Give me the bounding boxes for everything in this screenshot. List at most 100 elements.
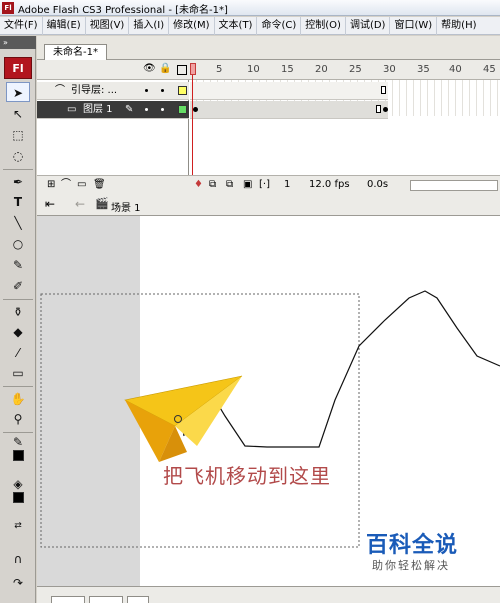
snap-magnet-icon[interactable]: ∩ xyxy=(6,549,30,569)
text-tool-icon[interactable]: T xyxy=(6,192,30,212)
pencil-edit-icon: ✎ xyxy=(125,104,134,115)
onion-markers-icon[interactable]: [·] xyxy=(259,176,270,194)
watermark-subtitle: 助你轻松解决 xyxy=(372,559,450,572)
menu-modify[interactable]: 修改(M) xyxy=(168,17,213,35)
menu-edit[interactable]: 编辑(E) xyxy=(41,17,85,35)
frame-number: 25 xyxy=(349,64,362,75)
delete-layer-icon[interactable]: 🗑 xyxy=(93,176,106,194)
stage-caption: 把飞机移动到这里 xyxy=(163,464,331,488)
free-transform-icon[interactable]: ⬚ xyxy=(6,125,30,145)
eye-icon[interactable]: 👁 xyxy=(143,63,156,74)
pencil-icon[interactable]: ✎ xyxy=(6,255,30,275)
filters-tab[interactable] xyxy=(89,596,123,603)
menu-help[interactable]: 帮助(H) xyxy=(436,17,480,35)
scene-breadcrumb[interactable]: 场景 1 xyxy=(111,199,141,214)
menu-view[interactable]: 视图(V) xyxy=(84,17,129,35)
playhead-handle[interactable] xyxy=(190,63,196,75)
frame-number: 5 xyxy=(216,64,223,75)
onion-outline-icon[interactable]: ⧉ xyxy=(226,176,233,194)
subselection-icon[interactable]: ↖ xyxy=(6,104,30,124)
keyframe-dot xyxy=(383,107,388,112)
timeline-panel: 👁 🔒 5 10 15 20 25 30 35 40 45 ⌒ 引导层: ...… xyxy=(37,60,500,194)
menu-file[interactable]: 文件(F) xyxy=(0,17,42,35)
timeline-toggle-icon[interactable]: ⇤ xyxy=(45,197,55,211)
pen-icon[interactable]: ✒ xyxy=(6,172,30,192)
lock-dot[interactable] xyxy=(161,89,164,92)
current-frame: 1 xyxy=(284,179,291,190)
menu-control[interactable]: 控制(O) xyxy=(300,17,345,35)
zoom-icon[interactable]: ⚲ xyxy=(6,409,30,429)
swap-colors-icon[interactable]: ⇄ xyxy=(6,516,30,536)
line-tool-icon[interactable]: ╲ xyxy=(6,213,30,233)
flash-window: Fl Adobe Flash CS3 Professional - [未命名-1… xyxy=(0,0,500,603)
menu-commands[interactable]: 命令(C) xyxy=(256,17,300,35)
menu-window[interactable]: 窗口(W) xyxy=(389,17,436,35)
layer-list: ⌒ 引导层: ... ▭ 图层 1 ✎ xyxy=(37,80,189,175)
menu-insert[interactable]: 插入(I) xyxy=(128,17,168,35)
stroke-color-icon[interactable]: ✎ xyxy=(6,432,30,452)
brush-icon[interactable]: ✐ xyxy=(6,276,30,296)
panel-collapse-grip[interactable]: » xyxy=(0,36,36,49)
frame-number: 35 xyxy=(417,64,430,75)
lock-dot[interactable] xyxy=(161,108,164,111)
frame-rate[interactable]: 12.0 fps xyxy=(309,176,350,194)
onion-skin-icon[interactable]: ⧉ xyxy=(209,176,216,194)
menu-debug[interactable]: 调试(D) xyxy=(344,17,390,35)
parameters-tab[interactable] xyxy=(127,596,149,603)
lock-icon[interactable]: 🔒 xyxy=(159,63,171,74)
guide-layer-frames[interactable] xyxy=(190,82,388,100)
hand-icon[interactable]: ✋ xyxy=(6,389,30,409)
playhead-line xyxy=(192,75,193,175)
timeline-footer: ⊞ ⌒ ▭ 🗑 ♦ ⧉ ⧉ ▣ [·] 1 12.0 fps 0.0s xyxy=(37,175,500,194)
window-title: Adobe Flash CS3 Professional - [未命名-1*] xyxy=(18,5,228,16)
properties-tab[interactable] xyxy=(51,596,85,603)
guide-layer-icon: ⌒ xyxy=(55,85,65,96)
layer-color-box[interactable] xyxy=(178,86,187,95)
timeline-header: 👁 🔒 5 10 15 20 25 30 35 40 45 xyxy=(37,60,500,80)
layer1-frames[interactable] xyxy=(190,101,388,119)
add-guide-icon[interactable]: ⌒ xyxy=(61,176,71,194)
layer-row-guide[interactable]: ⌒ 引导层: ... xyxy=(37,82,189,100)
tool-divider xyxy=(3,386,33,387)
timeline-scrollbar[interactable] xyxy=(410,180,498,191)
ink-bottle-icon[interactable]: ⚱ xyxy=(6,302,30,322)
add-folder-icon[interactable]: ▭ xyxy=(77,176,86,194)
outline-icon[interactable] xyxy=(177,65,187,75)
back-arrow-icon[interactable]: ← xyxy=(75,197,85,211)
fill-color-swatch[interactable] xyxy=(13,492,24,503)
document-tab[interactable]: 未命名-1* xyxy=(44,44,107,60)
visibility-dot[interactable] xyxy=(145,108,148,111)
paper-plane-icon[interactable] xyxy=(124,375,243,462)
playhead[interactable] xyxy=(190,60,196,175)
tool-divider xyxy=(3,169,33,170)
document-tab-strip: 未命名-1* xyxy=(37,36,500,60)
eraser-icon[interactable]: ▭ xyxy=(6,363,30,383)
watermark-title: 百科全说 xyxy=(366,533,459,558)
stroke-color-swatch[interactable] xyxy=(13,450,24,461)
title-bar: Fl Adobe Flash CS3 Professional - [未命名-1… xyxy=(0,0,500,16)
frame-number: 10 xyxy=(247,64,260,75)
flash-logo: Fl xyxy=(4,57,32,79)
tools-panel: » Fl ➤ ↖ ⬚ ◌ ✒ T ╲ ○ ✎ ✐ ⚱ ◆ ⁄ ▭ ✋ ⚲ ✎ ◈… xyxy=(0,36,36,603)
flash-app-icon: Fl xyxy=(2,2,14,14)
layer-name: 引导层: ... xyxy=(71,85,118,96)
add-layer-icon[interactable]: ⊞ xyxy=(47,176,55,194)
visibility-dot[interactable] xyxy=(145,89,148,92)
edit-multiple-frames-icon[interactable]: ▣ xyxy=(243,176,252,194)
lasso-icon[interactable]: ◌ xyxy=(6,146,30,166)
center-frame-icon[interactable]: ♦ xyxy=(194,176,203,194)
frame-number: 15 xyxy=(281,64,294,75)
frame-number: 30 xyxy=(383,64,396,75)
frame-number: 40 xyxy=(449,64,462,75)
selection-arrow-icon[interactable]: ➤ xyxy=(6,82,30,102)
fill-color-icon[interactable]: ◈ xyxy=(6,474,30,494)
layer-color-box[interactable] xyxy=(178,105,187,114)
menu-text[interactable]: 文本(T) xyxy=(213,17,257,35)
layer-row-layer1[interactable]: ▭ 图层 1 ✎ xyxy=(37,101,189,119)
eyedropper-icon[interactable]: ⁄ xyxy=(6,343,30,363)
smooth-icon[interactable]: ↷ xyxy=(6,573,30,593)
guide-path[interactable] xyxy=(176,290,500,448)
frame-number: 45 xyxy=(483,64,496,75)
paint-bucket-icon[interactable]: ◆ xyxy=(6,322,30,342)
oval-tool-icon[interactable]: ○ xyxy=(6,234,30,254)
